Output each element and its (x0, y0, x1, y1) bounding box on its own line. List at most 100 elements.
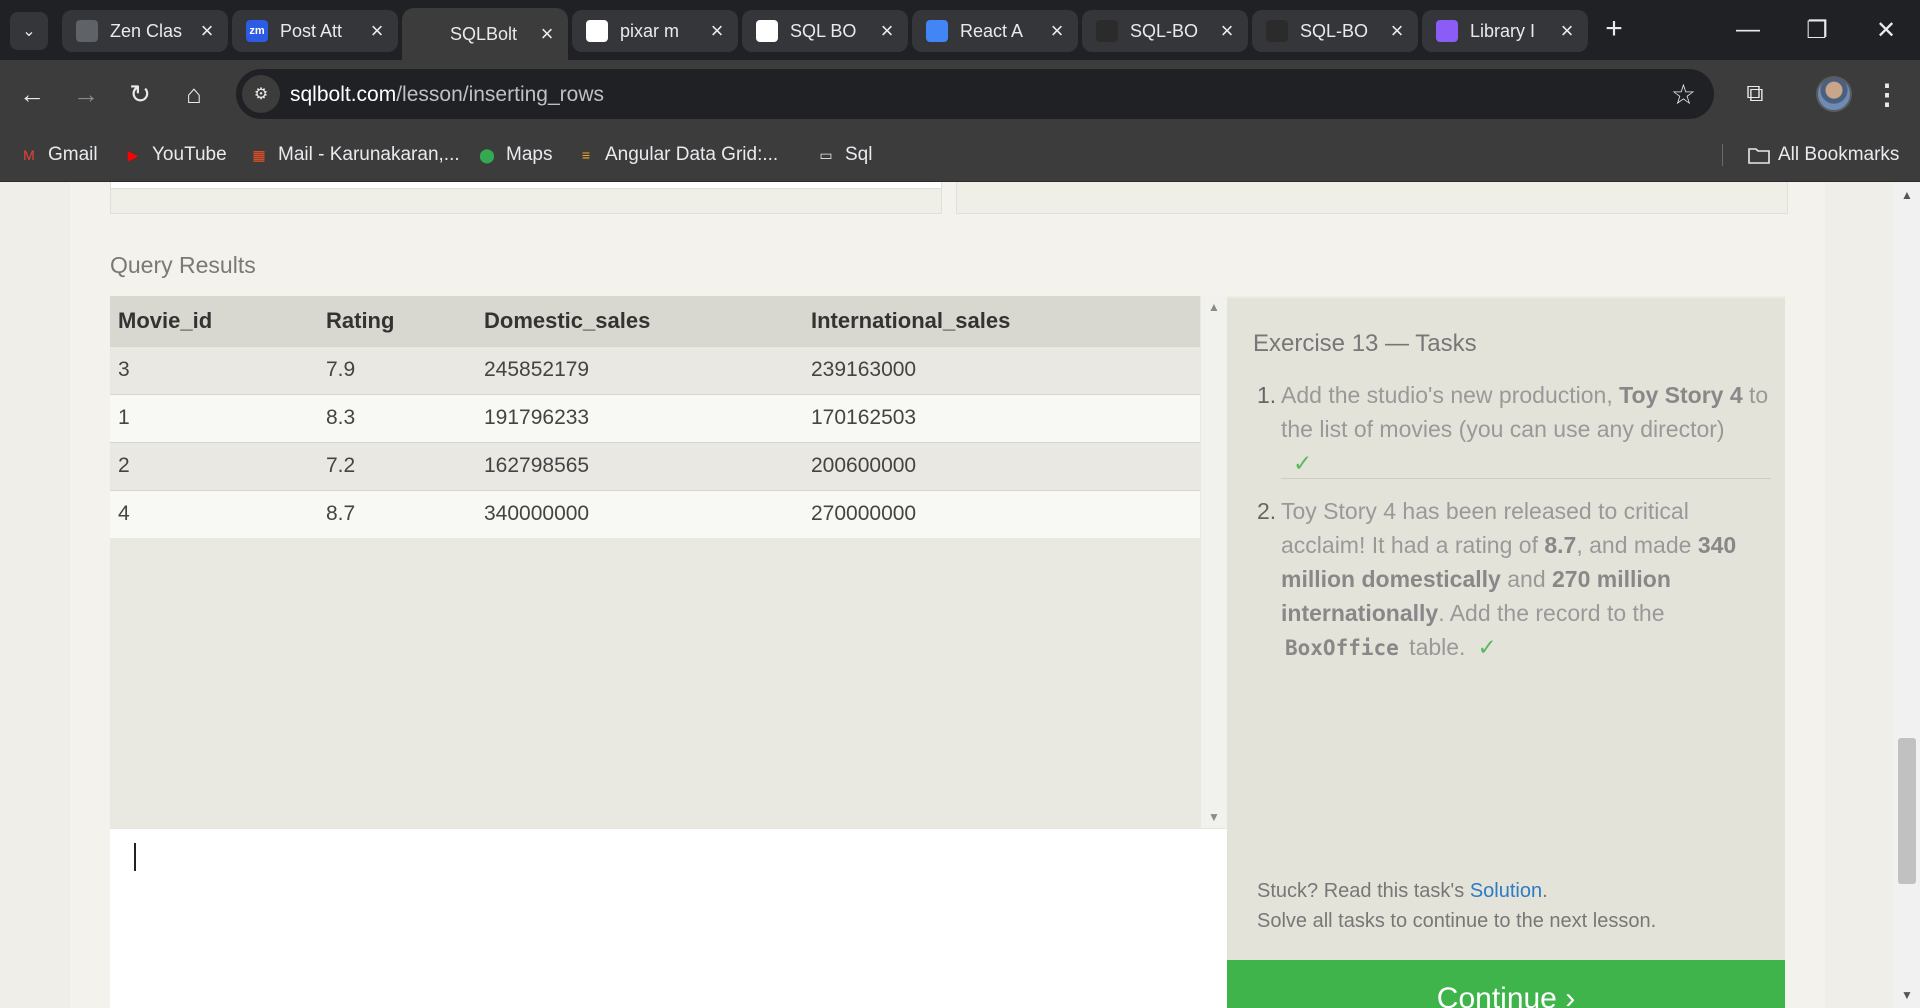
bookmark-label: Angular Data Grid:... (605, 144, 779, 165)
tab-close-icon[interactable]: × (874, 18, 900, 44)
table-cell: 3 (110, 345, 318, 394)
table-cell: 245852179 (476, 345, 803, 394)
bookmark-label: Sql (845, 144, 873, 165)
bookmarks-divider (1722, 144, 1723, 166)
back-icon[interactable]: ← (12, 74, 52, 114)
help-text: Stuck? Read this task's Solution. Solve … (1257, 880, 1657, 932)
table-cell: 7.9 (318, 345, 476, 394)
page-icon (76, 20, 98, 42)
browser-toolbar: ← → ↻ ⌂ ⚙ sqlbolt.com/lesson/inserting_r… (0, 60, 1920, 128)
bookmark-label: Mail - Karunakaran,... (278, 144, 460, 165)
tab-2[interactable]: zm Post Att × (232, 10, 398, 52)
all-bookmarks-label: All Bookmarks (1778, 144, 1900, 165)
table-cell: 170162503 (803, 393, 1200, 442)
tab-close-icon[interactable]: × (1044, 18, 1070, 44)
address-bar[interactable]: ⚙ sqlbolt.com/lesson/inserting_rows ☆ (236, 69, 1714, 119)
bookmark-star-icon[interactable]: ☆ (1671, 78, 1696, 111)
table-name-code: BoxOffice (1285, 636, 1399, 660)
home-icon[interactable]: ⌂ (174, 74, 214, 114)
task-1: 1. Add the studio's new production, Toy … (1257, 378, 1769, 480)
bookmark-label: YouTube (152, 144, 227, 165)
avatar[interactable] (1816, 76, 1852, 112)
task-divider (1281, 478, 1771, 479)
maps-icon: ⬤ (479, 146, 495, 163)
extensions-icon[interactable]: ⧉ (1735, 74, 1775, 114)
tab-7[interactable]: SQL-BO × (1082, 10, 1248, 52)
forward-icon[interactable]: → (66, 74, 106, 114)
previous-info-panel (956, 182, 1788, 214)
docs-icon (926, 20, 948, 42)
table-row: 3 7.9 245852179 239163000 (110, 345, 1200, 394)
close-window-icon[interactable]: ✕ (1851, 0, 1920, 60)
minimize-icon[interactable]: — (1713, 0, 1783, 60)
url-path: /lesson/inserting_rows (396, 83, 604, 106)
all-bookmarks-button[interactable]: All Bookmarks (1748, 142, 1899, 168)
microsoft-icon: ▦ (252, 146, 266, 163)
youtube-icon: ▶ (127, 146, 139, 163)
tab-8[interactable]: SQL-BO × (1252, 10, 1418, 52)
bookmark-6[interactable]: ▭ Sql (815, 142, 872, 168)
column-header: International_sales (803, 296, 1200, 346)
table-cell: 200600000 (803, 441, 1200, 490)
page-scrollbar[interactable]: ▲ ▼ (1894, 182, 1920, 1008)
tab-close-icon[interactable]: × (704, 18, 730, 44)
page-scroll-thumb[interactable] (1898, 738, 1916, 884)
column-header: Rating (318, 296, 476, 346)
scroll-down-arrow-icon[interactable]: ▼ (1201, 810, 1227, 824)
table-cell: 1 (110, 393, 318, 442)
bookmark-1[interactable]: M Gmail (18, 142, 97, 168)
url-domain: sqlbolt.com (290, 83, 397, 106)
restore-icon[interactable]: ❐ (1782, 0, 1852, 60)
new-tab-button[interactable]: + (1596, 12, 1632, 48)
task-2-text: Toy Story 4 has been released to critica… (1281, 498, 1737, 660)
more-menu-icon[interactable]: ⋮ (1872, 74, 1902, 114)
table-row: 1 8.3 191796233 170162503 (110, 393, 1200, 442)
bookmark-5[interactable]: ≡ Angular Data Grid:... (575, 142, 778, 168)
tab-5[interactable]: SQL BO × (742, 10, 908, 52)
tab-close-icon[interactable]: × (194, 18, 220, 44)
tab-close-icon[interactable]: × (534, 21, 560, 47)
folder-icon (1748, 144, 1770, 166)
github-icon (1096, 20, 1118, 42)
table-cell: 191796233 (476, 393, 803, 442)
url-text[interactable]: sqlbolt.com/lesson/inserting_rows (290, 83, 604, 107)
page-scroll-down-icon[interactable]: ▼ (1894, 988, 1920, 1002)
sql-editor[interactable] (110, 828, 1227, 1008)
bookmark-label: Maps (506, 144, 553, 165)
bookmark-4[interactable]: ⬤ Maps (476, 142, 552, 168)
database-icon (416, 23, 438, 45)
table-cell: 162798565 (476, 441, 803, 490)
results-scrollbar[interactable]: ▲ ▼ (1201, 296, 1227, 828)
lesson-page: Query Results Movie_id Rating Domestic_sal… (70, 182, 1825, 1008)
continue-button[interactable]: Continue › (1227, 960, 1785, 1008)
tab-search-icon[interactable]: ⌄ (10, 12, 48, 50)
tab-9[interactable]: Library I × (1422, 10, 1588, 52)
task-1-check-icon: ✓ (1293, 450, 1313, 476)
bookmark-2[interactable]: ▶ YouTube (122, 142, 227, 168)
scroll-up-arrow-icon[interactable]: ▲ (1201, 300, 1227, 314)
tab-close-icon[interactable]: × (364, 18, 390, 44)
zoom-icon: zm (246, 20, 268, 42)
task-2: 2. Toy Story 4 has been released to crit… (1257, 494, 1769, 665)
tab-6[interactable]: React A × (912, 10, 1078, 52)
results-title: Query Results (110, 252, 256, 278)
table-cell: 239163000 (803, 345, 1200, 394)
tab-close-icon[interactable]: × (1384, 18, 1410, 44)
tab-4[interactable]: pixar m × (572, 10, 738, 52)
tab-1[interactable]: Zen Clas × (62, 10, 228, 52)
column-header: Domestic_sales (476, 296, 803, 346)
page-scroll-up-icon[interactable]: ▲ (1894, 188, 1920, 202)
solution-link[interactable]: Solution (1470, 880, 1542, 902)
results-table: Movie_id Rating Domestic_sales Internationa… (110, 296, 1200, 538)
task-1-number: 1. (1257, 382, 1277, 408)
tab-close-icon[interactable]: × (1214, 18, 1240, 44)
site-info-icon[interactable]: ⚙ (242, 75, 280, 113)
tab-3[interactable]: SQLBolt × (402, 8, 568, 60)
tab-close-icon[interactable]: × (1554, 18, 1580, 44)
medium-icon (756, 20, 778, 42)
tab-title: React A (960, 20, 1024, 41)
bookmark-3[interactable]: ▦ Mail - Karunakaran,... (248, 142, 460, 168)
reload-icon[interactable]: ↻ (120, 74, 160, 114)
page-viewport: Query Results Movie_id Rating Domestic_sal… (0, 182, 1920, 1008)
tab-title: Zen Clas (110, 20, 183, 41)
